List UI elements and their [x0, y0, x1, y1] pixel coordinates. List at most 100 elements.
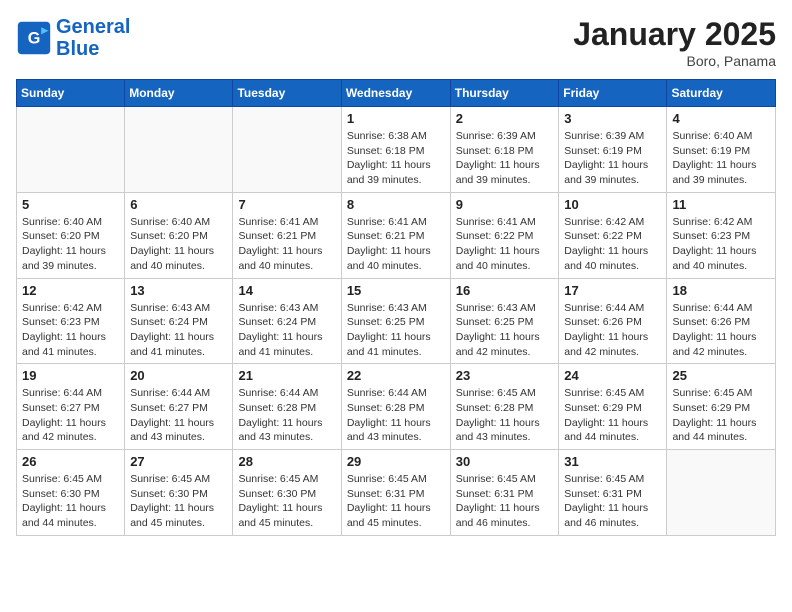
day-number: 5 [22, 197, 119, 212]
day-number: 15 [347, 283, 445, 298]
calendar-cell: 31 Sunrise: 6:45 AM Sunset: 6:31 PM Dayli… [559, 450, 667, 536]
day-info: Sunrise: 6:41 AM Sunset: 6:22 PM Dayligh… [456, 215, 554, 274]
day-number: 19 [22, 368, 119, 383]
day-number: 12 [22, 283, 119, 298]
calendar-cell [667, 450, 776, 536]
calendar-cell: 10Sunrise: 6:42 AM Sunset: 6:22 PM Dayli… [559, 192, 667, 278]
day-number: 31 [564, 454, 661, 469]
day-info: Sunrise: 6:42 AM Sunset: 6:23 PM Dayligh… [672, 215, 770, 274]
calendar-cell: 27 Sunrise: 6:45 AM Sunset: 6:30 PM Dayli… [125, 450, 233, 536]
day-info: Sunrise: 6:40 AM Sunset: 6:20 PM Dayligh… [130, 215, 227, 274]
calendar-cell: 18Sunrise: 6:44 AM Sunset: 6:26 PM Dayli… [667, 278, 776, 364]
day-number: 30 [456, 454, 554, 469]
calendar-cell: 6 Sunrise: 6:40 AM Sunset: 6:20 PM Daylig… [125, 192, 233, 278]
day-info: Sunrise: 6:44 AM Sunset: 6:27 PM Dayligh… [22, 386, 119, 445]
logo-text: General Blue [56, 16, 130, 60]
day-number: 9 [456, 197, 554, 212]
calendar-cell: 11 Sunrise: 6:42 AM Sunset: 6:23 PM Dayli… [667, 192, 776, 278]
day-number: 14 [238, 283, 335, 298]
weekday-header-monday: Monday [125, 80, 233, 107]
calendar-cell: 16 Sunrise: 6:43 AM Sunset: 6:25 PM Dayli… [450, 278, 559, 364]
day-info: Sunrise: 6:40 AM Sunset: 6:20 PM Dayligh… [22, 215, 119, 274]
weekday-header-tuesday: Tuesday [233, 80, 341, 107]
calendar-cell: 2 Sunrise: 6:39 AM Sunset: 6:18 PM Daylig… [450, 107, 559, 193]
calendar-week-row: 12 Sunrise: 6:42 AM Sunset: 6:23 PM Dayli… [17, 278, 776, 364]
day-number: 25 [672, 368, 770, 383]
calendar-cell: 14Sunrise: 6:43 AM Sunset: 6:24 PM Dayli… [233, 278, 341, 364]
day-info: Sunrise: 6:44 AM Sunset: 6:28 PM Dayligh… [347, 386, 445, 445]
day-info: Sunrise: 6:45 AM Sunset: 6:31 PM Dayligh… [456, 472, 554, 531]
svg-text:G: G [28, 29, 41, 47]
day-info: Sunrise: 6:43 AM Sunset: 6:25 PM Dayligh… [347, 301, 445, 360]
weekday-header-wednesday: Wednesday [341, 80, 450, 107]
day-info: Sunrise: 6:45 AM Sunset: 6:31 PM Dayligh… [564, 472, 661, 531]
day-info: Sunrise: 6:45 AM Sunset: 6:30 PM Dayligh… [130, 472, 227, 531]
day-info: Sunrise: 6:41 AM Sunset: 6:21 PM Dayligh… [347, 215, 445, 274]
day-number: 23 [456, 368, 554, 383]
month-title: January 2025 [573, 16, 776, 53]
calendar-cell [125, 107, 233, 193]
calendar-cell: 5 Sunrise: 6:40 AM Sunset: 6:20 PM Daylig… [17, 192, 125, 278]
calendar-table: SundayMondayTuesdayWednesdayThursdayFrid… [16, 79, 776, 536]
calendar-cell: 4Sunrise: 6:40 AM Sunset: 6:19 PM Daylig… [667, 107, 776, 193]
calendar-cell: 17 Sunrise: 6:44 AM Sunset: 6:26 PM Dayli… [559, 278, 667, 364]
day-info: Sunrise: 6:39 AM Sunset: 6:18 PM Dayligh… [456, 129, 554, 188]
day-number: 24 [564, 368, 661, 383]
weekday-header-thursday: Thursday [450, 80, 559, 107]
title-block: January 2025 Boro, Panama [573, 16, 776, 69]
weekday-header-saturday: Saturday [667, 80, 776, 107]
logo-icon: G [16, 20, 52, 56]
calendar-cell: 29Sunrise: 6:45 AM Sunset: 6:31 PM Dayli… [341, 450, 450, 536]
calendar-cell: 30 Sunrise: 6:45 AM Sunset: 6:31 PM Dayli… [450, 450, 559, 536]
calendar-cell: 15 Sunrise: 6:43 AM Sunset: 6:25 PM Dayli… [341, 278, 450, 364]
calendar-cell: 26Sunrise: 6:45 AM Sunset: 6:30 PM Dayli… [17, 450, 125, 536]
day-number: 2 [456, 111, 554, 126]
day-info: Sunrise: 6:43 AM Sunset: 6:24 PM Dayligh… [130, 301, 227, 360]
day-number: 11 [672, 197, 770, 212]
calendar-cell: 8 Sunrise: 6:41 AM Sunset: 6:21 PM Daylig… [341, 192, 450, 278]
page-header: G General Blue January 2025 Boro, Panama [16, 16, 776, 69]
calendar-cell: 12 Sunrise: 6:42 AM Sunset: 6:23 PM Dayli… [17, 278, 125, 364]
day-info: Sunrise: 6:42 AM Sunset: 6:22 PM Dayligh… [564, 215, 661, 274]
day-number: 20 [130, 368, 227, 383]
day-number: 17 [564, 283, 661, 298]
day-info: Sunrise: 6:44 AM Sunset: 6:27 PM Dayligh… [130, 386, 227, 445]
day-info: Sunrise: 6:38 AM Sunset: 6:18 PM Dayligh… [347, 129, 445, 188]
calendar-cell: 19 Sunrise: 6:44 AM Sunset: 6:27 PM Dayli… [17, 364, 125, 450]
calendar-week-row: 5 Sunrise: 6:40 AM Sunset: 6:20 PM Daylig… [17, 192, 776, 278]
day-info: Sunrise: 6:41 AM Sunset: 6:21 PM Dayligh… [238, 215, 335, 274]
day-number: 1 [347, 111, 445, 126]
weekday-header-sunday: Sunday [17, 80, 125, 107]
day-number: 27 [130, 454, 227, 469]
calendar-cell: 1 Sunrise: 6:38 AM Sunset: 6:18 PM Daylig… [341, 107, 450, 193]
calendar-cell: 9 Sunrise: 6:41 AM Sunset: 6:22 PM Daylig… [450, 192, 559, 278]
day-number: 18 [672, 283, 770, 298]
day-number: 13 [130, 283, 227, 298]
day-info: Sunrise: 6:42 AM Sunset: 6:23 PM Dayligh… [22, 301, 119, 360]
day-info: Sunrise: 6:45 AM Sunset: 6:29 PM Dayligh… [564, 386, 661, 445]
day-info: Sunrise: 6:45 AM Sunset: 6:30 PM Dayligh… [238, 472, 335, 531]
day-number: 3 [564, 111, 661, 126]
calendar-week-row: 26Sunrise: 6:45 AM Sunset: 6:30 PM Dayli… [17, 450, 776, 536]
calendar-cell: 20 Sunrise: 6:44 AM Sunset: 6:27 PM Dayli… [125, 364, 233, 450]
day-info: Sunrise: 6:43 AM Sunset: 6:25 PM Dayligh… [456, 301, 554, 360]
day-info: Sunrise: 6:40 AM Sunset: 6:19 PM Dayligh… [672, 129, 770, 188]
calendar-cell: 21Sunrise: 6:44 AM Sunset: 6:28 PM Dayli… [233, 364, 341, 450]
day-number: 22 [347, 368, 445, 383]
day-info: Sunrise: 6:44 AM Sunset: 6:26 PM Dayligh… [564, 301, 661, 360]
day-number: 21 [238, 368, 335, 383]
calendar-cell: 13 Sunrise: 6:43 AM Sunset: 6:24 PM Dayli… [125, 278, 233, 364]
day-info: Sunrise: 6:45 AM Sunset: 6:28 PM Dayligh… [456, 386, 554, 445]
day-info: Sunrise: 6:45 AM Sunset: 6:31 PM Dayligh… [347, 472, 445, 531]
day-info: Sunrise: 6:45 AM Sunset: 6:29 PM Dayligh… [672, 386, 770, 445]
logo: G General Blue [16, 16, 130, 60]
day-number: 6 [130, 197, 227, 212]
calendar-cell: 24 Sunrise: 6:45 AM Sunset: 6:29 PM Dayli… [559, 364, 667, 450]
calendar-cell: 25 Sunrise: 6:45 AM Sunset: 6:29 PM Dayli… [667, 364, 776, 450]
weekday-header-friday: Friday [559, 80, 667, 107]
day-number: 7 [238, 197, 335, 212]
calendar-cell: 28Sunrise: 6:45 AM Sunset: 6:30 PM Dayli… [233, 450, 341, 536]
day-number: 8 [347, 197, 445, 212]
day-number: 16 [456, 283, 554, 298]
calendar-week-row: 1 Sunrise: 6:38 AM Sunset: 6:18 PM Daylig… [17, 107, 776, 193]
